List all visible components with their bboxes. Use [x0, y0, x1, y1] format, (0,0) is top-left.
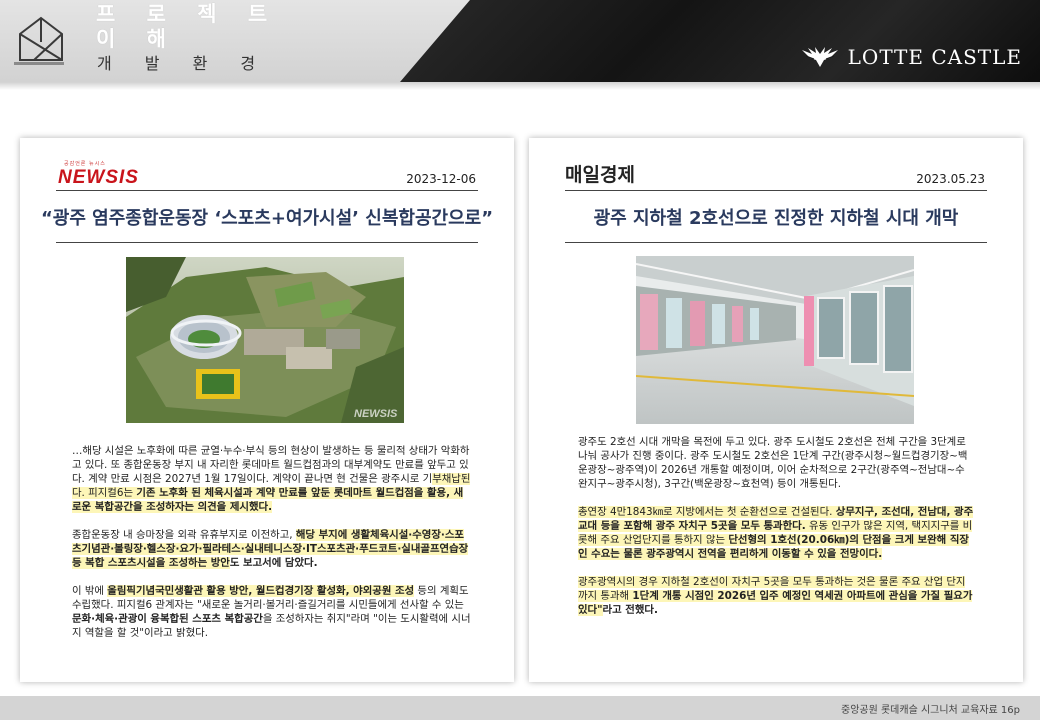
article-paragraph: 광주도 2호선 시대 개막을 목전에 두고 있다. 광주 도시철도 2호선은 전…	[578, 435, 974, 491]
text-run-highlighted-bold: 올림픽기념국민생활관 활용 방안, 월드컵경기장 활성화, 야외공원 조성	[107, 585, 415, 597]
publisher-logo-newsis: 공감언론 뉴시스 NEWSIS	[58, 160, 139, 189]
logo-underline	[14, 62, 64, 65]
brand-logo: LOTTE CASTLE	[800, 44, 1022, 70]
eagle-crest-icon	[801, 47, 838, 67]
article-body: …해당 시설은 노후화에 따른 균열·누수·부식 등의 현상이 발생하는 등 물…	[72, 444, 472, 654]
text-run-highlighted: 총연장 4만1843㎞로 지방에서는 첫 순환선으로 건설된다.	[578, 506, 836, 518]
header-shadow	[0, 82, 1040, 90]
photo-watermark: NEWSIS	[354, 408, 398, 420]
divider	[56, 190, 478, 191]
article-date: 2023-12-06	[406, 172, 476, 186]
brand-name: LOTTE CASTLE	[847, 45, 1022, 69]
subway-platform-photo	[636, 256, 914, 424]
page-header: 프 로 젝 트 이 해 개 발 환 경 LOTTE CASTLE	[0, 0, 1040, 82]
page-footer: 중앙공원 롯데캐슬 시그니처 교육자료 16p	[0, 696, 1040, 720]
article-headline: 광주 지하철 2호선으로 진정한 지하철 시대 개막	[593, 208, 959, 229]
text-run-bold: 도 보고서에 담았다.	[229, 557, 318, 569]
section-subtitle: 개 발 환 경	[97, 54, 270, 73]
publisher-name: NEWSIS	[58, 167, 139, 188]
text-run: 이 밖에	[72, 585, 108, 597]
house-logo-icon	[19, 16, 63, 61]
article-body: 광주도 2호선 시대 개막을 목전에 두고 있다. 광주 도시철도 2호선은 전…	[578, 435, 974, 631]
text-run: 광주도 2호선 시대 개막을 목전에 두고 있다. 광주 도시철도 2호선은 전…	[578, 436, 968, 490]
divider	[56, 242, 478, 243]
publisher-name: 매일경제	[565, 164, 635, 186]
article-paragraph: …해당 시설은 노후화에 따른 균열·누수·부식 등의 현상이 발생하는 등 물…	[72, 444, 472, 514]
article-card-maeil: 매일경제 2023.05.23 광주 지하철 2호선으로 진정한 지하철 시대 …	[529, 138, 1023, 682]
article-paragraph: 이 밖에 올림픽기념국민생활관 활용 방안, 월드컵경기장 활성화, 야외공원 …	[72, 584, 472, 640]
publisher-tagline: 공감언론 뉴시스	[64, 161, 106, 167]
article-headline: “광주 염주종합운동장 ‘스포츠+여가시설’ 신복합공간으로”	[40, 208, 494, 229]
article-paragraph: 총연장 4만1843㎞로 지방에서는 첫 순환선으로 건설된다. 상무지구, 조…	[578, 505, 974, 561]
section-title: 프 로 젝 트 이 해	[96, 2, 280, 52]
text-run: …해당 시설은 노후화에 따른 균열·누수·부식 등의 현상이 발생하는 등 물…	[72, 445, 470, 485]
divider	[565, 190, 987, 191]
stadium-aerial-photo: NEWSIS	[126, 257, 404, 423]
text-run-bold: 문화·체육·관광이 융복합된 스포츠 복합공간	[72, 613, 263, 625]
article-card-newsis: 공감언론 뉴시스 NEWSIS 2023-12-06 “광주 염주종합운동장 ‘…	[20, 138, 514, 682]
article-date: 2023.05.23	[916, 172, 985, 186]
footer-page-label: 중앙공원 롯데캐슬 시그니처 교육자료 16p	[841, 705, 1020, 716]
section-title-line-2: 이 해	[96, 27, 178, 51]
text-run: 종합운동장 내 승마장을 외곽 유휴부지로 이전하고,	[72, 529, 296, 541]
article-paragraph: 종합운동장 내 승마장을 외곽 유휴부지로 이전하고, 해당 부지에 생활체육시…	[72, 528, 472, 570]
section-title-line-1: 프 로 젝 트	[96, 2, 280, 26]
divider	[565, 242, 987, 243]
text-run-bold: 라고 전했다.	[602, 604, 658, 616]
article-paragraph: 광주광역시의 경우 지하철 2호선이 자치구 5곳을 모두 통과하는 것은 물론…	[578, 575, 974, 617]
